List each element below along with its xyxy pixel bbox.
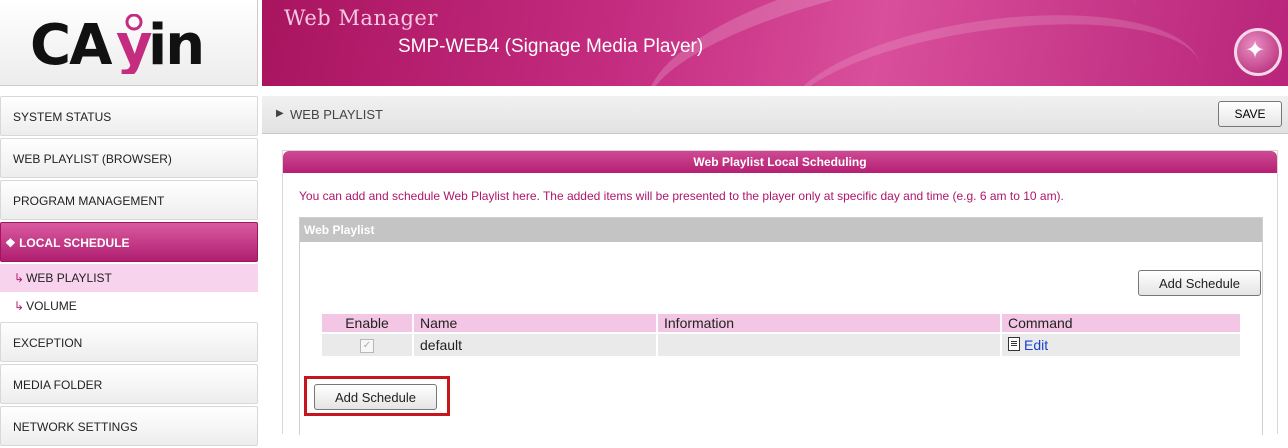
add-schedule-button-bottom[interactable]: Add Schedule [314, 384, 437, 410]
web-playlist-section: Web Playlist Add Schedule Enable Name In… [299, 217, 1263, 435]
edit-link[interactable]: Edit [1024, 337, 1048, 353]
section-title: Web Playlist [300, 218, 1262, 242]
name-cell: default [414, 334, 656, 356]
svg-text:CA: CA [30, 14, 113, 74]
enable-cell: ✓ [322, 334, 412, 356]
add-schedule-button-top[interactable]: Add Schedule [1138, 270, 1261, 296]
column-header-command: Command [1002, 314, 1240, 332]
information-cell [658, 334, 1000, 356]
sidebar-item-label: NETWORK SETTINGS [13, 420, 138, 434]
sidebar: SYSTEM STATUS WEB PLAYLIST (BROWSER) PRO… [0, 96, 258, 448]
magic-wand-icon: ✦ [1234, 28, 1282, 76]
column-header-enable: Enable [322, 314, 412, 332]
schedule-table: Enable Name Information Command ✓ defaul… [320, 312, 1242, 358]
sidebar-subitem-web-playlist[interactable]: ↳ WEB PLAYLIST [0, 264, 258, 292]
logo: CA y in [0, 0, 258, 86]
sidebar-item-local-schedule[interactable]: ❖ LOCAL SCHEDULE [0, 222, 258, 262]
sparkle-icon: ❖ [5, 236, 20, 250]
sidebar-item-media-folder[interactable]: MEDIA FOLDER [0, 364, 258, 404]
sidebar-item-exception[interactable]: EXCEPTION [0, 322, 258, 362]
sub-arrow-icon: ↳ [14, 271, 25, 285]
document-icon [1008, 337, 1020, 351]
cayin-logo-icon: CA y in [30, 14, 205, 74]
sidebar-item-label: LOCAL SCHEDULE [19, 236, 130, 250]
column-header-information: Information [658, 314, 1000, 332]
app-header: Web Manager SMP-WEB4 (Signage Media Play… [262, 0, 1288, 86]
sidebar-item-system-status[interactable]: SYSTEM STATUS [0, 96, 258, 136]
sidebar-item-label: SYSTEM STATUS [13, 110, 112, 124]
app-title: Web Manager [284, 6, 438, 30]
panel-header: Web Playlist Local Scheduling [283, 151, 1277, 173]
page-title: WEB PLAYLIST [290, 107, 383, 122]
highlight-box: Add Schedule [304, 376, 450, 416]
table-row: ✓ default Edit [322, 334, 1240, 356]
sidebar-item-program-management[interactable]: PROGRAM MANAGEMENT [0, 180, 258, 220]
page-title-bar: ▶ WEB PLAYLIST [262, 96, 1288, 134]
sidebar-item-label: MEDIA FOLDER [13, 378, 103, 392]
product-name: SMP-WEB4 (Signage Media Player) [398, 36, 704, 57]
sidebar-item-network-settings[interactable]: NETWORK SETTINGS [0, 406, 258, 446]
sidebar-subitem-label: WEB PLAYLIST [26, 271, 112, 285]
sidebar-subitem-label: VOLUME [26, 299, 77, 313]
svg-text:in: in [148, 14, 203, 74]
sidebar-subitem-volume[interactable]: ↳ VOLUME [0, 292, 258, 320]
sidebar-item-label: PROGRAM MANAGEMENT [13, 194, 165, 208]
column-header-name: Name [414, 314, 656, 332]
triangle-right-icon: ▶ [276, 108, 284, 119]
scheduling-panel: Web Playlist Local Scheduling You can ad… [282, 150, 1278, 435]
save-button[interactable]: SAVE [1218, 101, 1282, 127]
sidebar-item-label: EXCEPTION [13, 336, 83, 350]
table-header-row: Enable Name Information Command [322, 314, 1240, 332]
command-cell: Edit [1002, 334, 1240, 356]
sidebar-item-web-playlist-browser[interactable]: WEB PLAYLIST (BROWSER) [0, 138, 258, 178]
enable-checkbox[interactable]: ✓ [360, 339, 374, 354]
sub-arrow-icon: ↳ [14, 299, 25, 313]
sidebar-item-label: WEB PLAYLIST (BROWSER) [13, 152, 172, 166]
panel-description: You can add and schedule Web Playlist he… [299, 189, 1064, 203]
